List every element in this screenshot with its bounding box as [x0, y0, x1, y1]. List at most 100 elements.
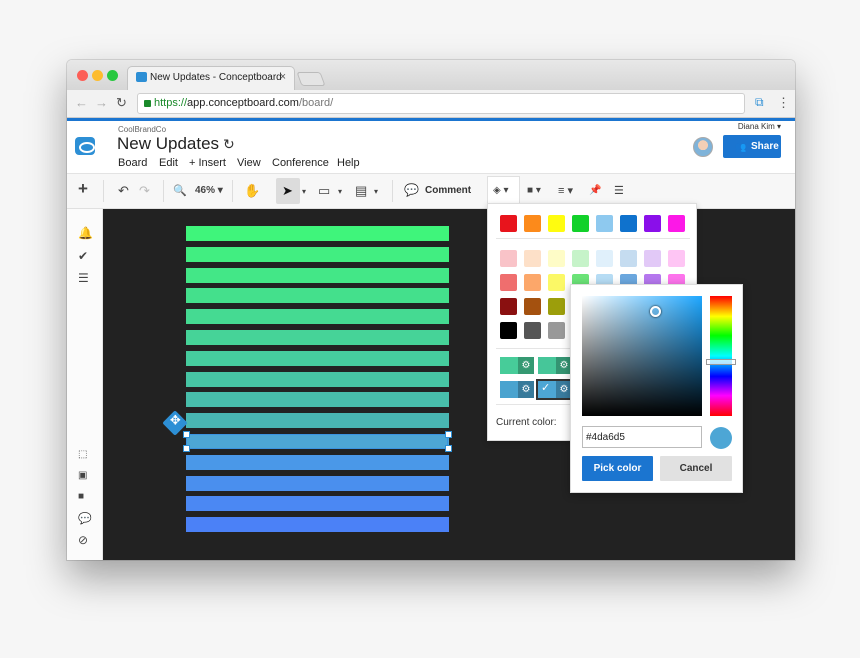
color-swatch[interactable]	[644, 250, 661, 267]
zoom-icon[interactable]: 🔍	[173, 184, 187, 197]
sticky-note-icon[interactable]: ▤	[355, 183, 367, 199]
color-cursor[interactable]	[650, 306, 661, 317]
color-swatch[interactable]	[500, 322, 517, 339]
redo-icon[interactable]: ↷	[139, 183, 150, 199]
color-swatch[interactable]	[596, 250, 613, 267]
zoom-level[interactable]: 46% ▾	[195, 185, 223, 196]
line-style-icon[interactable]: ≡ ▾	[558, 184, 573, 197]
custom-color-preset[interactable]: ⚙	[500, 381, 534, 398]
board-bar-shape[interactable]	[186, 288, 449, 304]
new-tab-button[interactable]	[296, 72, 326, 86]
selection-box[interactable]	[186, 434, 448, 449]
forward-icon[interactable]: →	[95, 95, 108, 110]
color-swatch[interactable]	[572, 250, 589, 267]
menu-view[interactable]: View	[237, 157, 261, 169]
pointer-icon[interactable]: ➤	[282, 183, 293, 199]
color-swatch[interactable]	[524, 215, 541, 232]
color-swatch[interactable]	[524, 298, 541, 315]
hue-slider[interactable]	[710, 296, 732, 416]
browser-tab[interactable]: New Updates - Conceptboard ×	[127, 66, 295, 90]
shape-tool-icon[interactable]: ▭	[318, 183, 330, 199]
board-bar-shape[interactable]	[186, 267, 449, 283]
close-window-button[interactable]	[77, 70, 88, 81]
menu-insert[interactable]: + Insert	[189, 157, 226, 169]
board-bar-shape[interactable]	[186, 454, 449, 470]
gear-icon[interactable]: ⚙	[518, 357, 534, 374]
tasks-check-icon[interactable]: ✔	[78, 249, 88, 263]
board-bar-shape[interactable]	[186, 517, 449, 533]
shape-caret-icon[interactable]: ▾	[338, 187, 342, 196]
resize-handle[interactable]	[445, 431, 452, 438]
note-caret-icon[interactable]: ▾	[374, 187, 378, 196]
custom-color-preset[interactable]: ⚙	[538, 357, 572, 374]
board-bar-shape[interactable]	[186, 475, 449, 491]
resize-handle[interactable]	[183, 431, 190, 438]
hand-tool-icon[interactable]: ✋	[244, 183, 260, 199]
cast-icon[interactable]: ⧉	[755, 95, 764, 110]
color-swatch[interactable]	[548, 298, 565, 315]
avatar[interactable]	[693, 137, 713, 157]
board-bar-shape[interactable]	[186, 309, 449, 325]
board-bar-shape[interactable]	[186, 496, 449, 512]
hue-slider-handle[interactable]	[706, 359, 736, 365]
color-swatch[interactable]	[548, 250, 565, 267]
color-swatch[interactable]	[548, 274, 565, 291]
video-camera-icon[interactable]: ■	[78, 491, 84, 502]
menu-edit[interactable]: Edit	[159, 157, 178, 169]
color-swatch[interactable]	[620, 250, 637, 267]
chat-icon[interactable]: 💬	[78, 512, 92, 525]
color-swatch[interactable]	[524, 250, 541, 267]
custom-color-preset[interactable]: ⚙ ✓	[536, 379, 574, 400]
color-swatch[interactable]	[524, 274, 541, 291]
comment-button[interactable]: Comment	[425, 185, 471, 196]
color-swatch[interactable]	[500, 250, 517, 267]
color-swatch[interactable]	[596, 215, 613, 232]
custom-color-preset[interactable]: ⚙	[500, 357, 534, 374]
board-bar-shape[interactable]	[186, 371, 449, 387]
board-title[interactable]: New Updates	[117, 134, 219, 154]
color-swatch[interactable]	[620, 215, 637, 232]
color-swatch[interactable]	[548, 322, 565, 339]
pick-color-button[interactable]: Pick color	[582, 456, 653, 481]
conceptboard-logo-icon[interactable]	[75, 137, 95, 155]
color-swatch[interactable]	[668, 215, 685, 232]
board-bar-shape[interactable]	[186, 392, 449, 408]
saturation-value-area[interactable]	[582, 296, 702, 416]
board-bar-shape[interactable]	[186, 413, 449, 429]
color-swatch[interactable]	[500, 298, 517, 315]
board-bar-shape[interactable]	[186, 330, 449, 345]
color-swatch[interactable]	[548, 215, 565, 232]
back-icon[interactable]: ←	[75, 95, 88, 110]
menu-help[interactable]: Help	[337, 157, 360, 169]
board-bar-shape[interactable]	[186, 226, 449, 241]
select-area-icon[interactable]: ⬚	[78, 449, 87, 460]
url-field[interactable]: https://app.conceptboard.com/board/	[137, 93, 745, 114]
board-bar-shape[interactable]	[186, 350, 449, 366]
resize-handle[interactable]	[445, 445, 452, 452]
fill-bucket-icon[interactable]: ◈ ▾	[493, 185, 509, 196]
compass-icon[interactable]: ⊘	[78, 533, 88, 547]
list-icon[interactable]: ☰	[614, 184, 624, 197]
menu-board[interactable]: Board	[118, 157, 147, 169]
add-icon[interactable]: +	[78, 179, 88, 199]
pin-icon[interactable]: 📌	[589, 185, 601, 196]
user-menu[interactable]: Diana Kim ▾	[738, 122, 781, 131]
gear-icon[interactable]: ⚙	[518, 381, 534, 398]
notifications-icon[interactable]: 🔔	[78, 226, 93, 240]
more-icon[interactable]: ⋮	[777, 95, 790, 111]
pointer-caret-icon[interactable]: ▾	[302, 187, 306, 196]
color-swatch[interactable]	[572, 215, 589, 232]
share-button[interactable]: 👥 Share	[723, 135, 781, 158]
color-swatch[interactable]	[644, 215, 661, 232]
reload-icon[interactable]: ↻	[116, 95, 127, 111]
color-swatch[interactable]	[500, 215, 517, 232]
board-bar-shape[interactable]	[186, 246, 449, 262]
color-swatch[interactable]	[500, 274, 517, 291]
outline-list-icon[interactable]: ☰	[78, 271, 89, 285]
comment-icon[interactable]: 💬	[404, 183, 419, 197]
minimize-window-button[interactable]	[92, 70, 103, 81]
cancel-button[interactable]: Cancel	[660, 456, 732, 481]
hex-input[interactable]: #4da6d5	[582, 426, 702, 448]
undo-icon[interactable]: ↶	[118, 183, 129, 199]
color-swatch[interactable]	[668, 250, 685, 267]
